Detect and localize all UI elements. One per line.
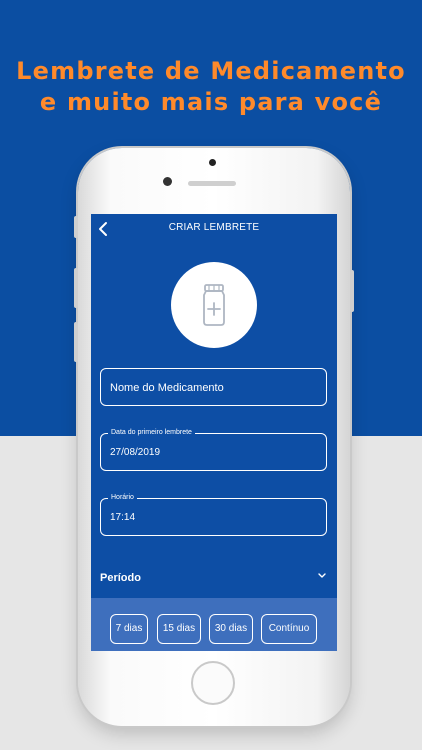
period-option-7-days[interactable]: 7 dias xyxy=(110,614,148,644)
period-option-30-days[interactable]: 30 dias xyxy=(209,614,253,644)
phone-speaker xyxy=(188,181,236,186)
first-reminder-date-field[interactable]: Data do primeiro lembrete 27/08/2019 xyxy=(100,428,327,471)
headline-line-1: Lembrete de Medicamento xyxy=(16,57,406,85)
time-value: 17:14 xyxy=(110,512,136,523)
chevron-down-icon[interactable] xyxy=(317,572,327,580)
phone-volume-down xyxy=(74,322,78,362)
phone-home-button[interactable] xyxy=(191,661,235,705)
time-field[interactable]: Horário 17:14 xyxy=(100,493,327,536)
medicine-name-field[interactable]: Nome do Medicamento xyxy=(100,368,327,406)
period-option-15-days[interactable]: 15 dias xyxy=(157,614,201,644)
first-reminder-label: Data do primeiro lembrete xyxy=(108,428,195,438)
period-options-bar: 7 dias 15 dias 30 dias Contínuo xyxy=(91,598,337,651)
phone-front-sensor xyxy=(209,159,216,166)
promo-headline: Lembrete de Medicamento e muito mais par… xyxy=(0,56,422,118)
phone-volume-up xyxy=(74,268,78,308)
phone-front-camera xyxy=(163,177,172,186)
time-label: Horário xyxy=(108,493,137,503)
phone-mute-switch xyxy=(74,216,78,238)
app-screen: CRIAR LEMBRETE Nome do Medicamento Data … xyxy=(91,214,337,651)
headline-line-2: e muito mais para você xyxy=(39,88,383,116)
app-header: CRIAR LEMBRETE xyxy=(91,214,337,244)
period-option-continuous[interactable]: Contínuo xyxy=(261,614,317,644)
period-label: Período xyxy=(100,572,141,584)
medicine-name-placeholder: Nome do Medicamento xyxy=(110,382,224,394)
medicine-avatar[interactable] xyxy=(171,262,257,348)
page-title: CRIAR LEMBRETE xyxy=(168,222,260,233)
medicine-bottle-icon xyxy=(203,284,225,326)
phone-power-button xyxy=(350,270,354,312)
first-reminder-value: 27/08/2019 xyxy=(110,447,161,458)
